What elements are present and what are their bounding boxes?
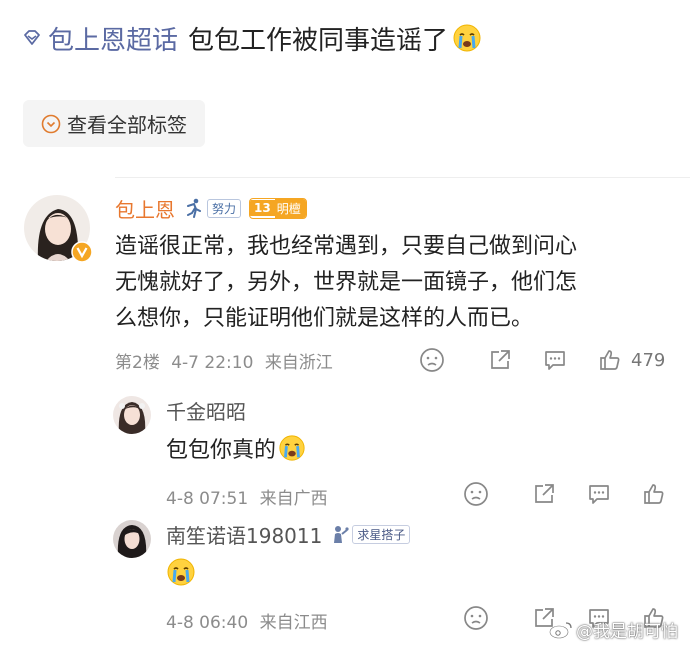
comment-date: 4-8 07:51 [166, 489, 249, 509]
post-title-row: 包上恩超话 包包工作被同事造谣了 [22, 18, 482, 58]
badge-label: 求星搭子 [352, 524, 411, 544]
reply-1-meta: 4-8 07:51 来自广西 [166, 484, 328, 509]
level-badge-label: 明檀 [274, 198, 306, 218]
comment-date: 4-7 22:10 [171, 353, 254, 373]
comment-location: 来自浙江 [264, 353, 333, 373]
react-button[interactable] [463, 481, 489, 507]
comment-text-line: 造谣很正常，我也经常遇到，只要自己做到问心 [115, 234, 578, 259]
face-emotion-icon [464, 482, 488, 506]
thumbs-up-icon [644, 484, 664, 504]
comment-1-meta: 第2楼 4-7 22:10 来自浙江 [115, 348, 333, 373]
level-badge[interactable]: 13 明檀 [249, 197, 307, 219]
share-icon [535, 484, 554, 503]
running-person-icon [187, 198, 201, 218]
comment-1-text: 造谣很正常，我也经常遇到，只要自己做到问心 无愧就好了，另外，世界就是一面镜子，… [115, 229, 675, 337]
comment-location: 来自广西 [259, 489, 328, 509]
like-count: 479 [631, 349, 666, 371]
face-emotion-icon [420, 348, 444, 372]
like-button[interactable]: 479 [597, 347, 665, 373]
chevron-down-circle-icon [41, 114, 61, 133]
comment-date: 4-8 06:40 [166, 613, 249, 633]
username[interactable]: 包上恩 [115, 194, 175, 223]
comment-1-header: 包上恩 努力 13 明檀 [115, 193, 307, 223]
comment-location: 来自江西 [259, 613, 328, 633]
comment-button[interactable] [542, 347, 568, 373]
crying-face-emoji-icon [279, 435, 305, 461]
diamond-icon [24, 30, 40, 45]
react-button[interactable] [463, 605, 489, 631]
comment-icon [545, 351, 565, 370]
v-verified-icon [71, 241, 93, 263]
reply-text: 包包你真的 [166, 438, 277, 463]
view-all-tags-label: 查看全部标签 [67, 113, 187, 137]
reply-2-meta: 4-8 06:40 来自江西 [166, 608, 328, 633]
face-emotion-icon [464, 606, 488, 630]
comment-text-line: 无愧就好了，另外，世界就是一面镜子，他们怎 [115, 270, 578, 295]
comment-text-line: 么想你，只能证明他们就是这样的人而已。 [115, 306, 534, 331]
share-button[interactable] [487, 347, 513, 373]
level-number: 13 [250, 200, 275, 216]
divider [115, 177, 690, 178]
comment-button[interactable] [586, 481, 612, 507]
comment-icon [589, 485, 609, 504]
view-all-tags-button[interactable]: 查看全部标签 [23, 100, 205, 147]
thumbs-up-icon [600, 350, 620, 370]
topic-link[interactable]: 包上恩超话 [22, 20, 178, 57]
crying-face-emoji-icon [167, 558, 195, 586]
floor-number: 第2楼 [115, 353, 160, 373]
effort-badge-label: 努力 [207, 198, 242, 218]
like-button[interactable] [641, 481, 667, 507]
react-button[interactable] [419, 347, 445, 373]
avatar[interactable] [113, 520, 151, 558]
fan-figure-icon [334, 526, 349, 543]
avatar[interactable] [113, 396, 151, 434]
post-title: 包包工作被同事造谣了 [188, 25, 449, 56]
topic-label: 包上恩超话 [48, 25, 179, 56]
watermark-text: @我是胡可怕 [576, 622, 678, 642]
crying-face-emoji-icon [453, 24, 481, 52]
reply-2-header: 南笙诺语198011 求星搭子 [166, 520, 411, 549]
star-seeker-badge[interactable]: 求星搭子 [330, 524, 411, 544]
share-button[interactable] [531, 481, 557, 507]
effort-badge[interactable]: 努力 [183, 198, 242, 218]
reply-1-text: 包包你真的 [166, 432, 306, 464]
weibo-logo-icon [549, 621, 572, 639]
username[interactable]: 南笙诺语198011 [166, 520, 322, 549]
share-icon [491, 350, 510, 369]
username[interactable]: 千金昭昭 [166, 396, 246, 425]
watermark: @我是胡可怕 [548, 617, 678, 642]
